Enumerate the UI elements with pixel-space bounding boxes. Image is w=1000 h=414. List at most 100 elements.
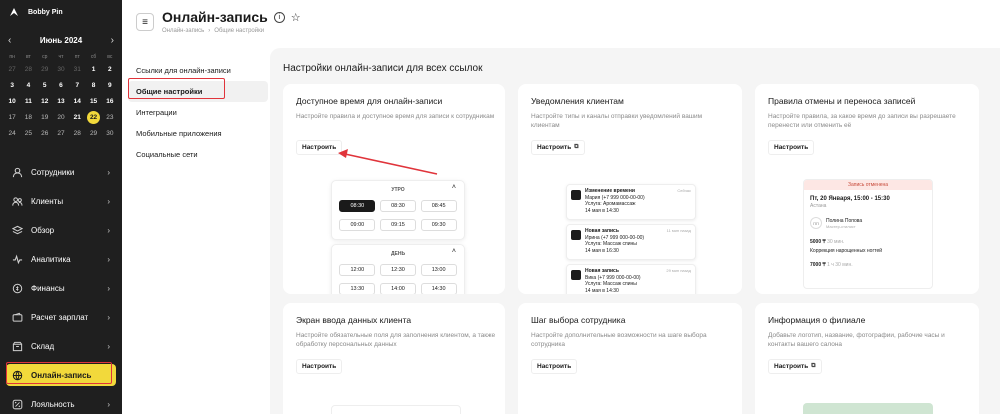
weekday-label: чт (58, 54, 64, 60)
nav-item[interactable]: Аналитика › (0, 245, 122, 274)
chevron-right-icon: › (107, 342, 110, 351)
configure-button[interactable]: Настроить (531, 359, 578, 374)
configure-label: Настроить (302, 363, 337, 370)
star-icon[interactable]: ☆ (291, 11, 301, 24)
nav-item-label: Обзор (31, 226, 55, 235)
notification-line: 14 мая в 14:30 (585, 207, 619, 214)
calendar-day[interactable]: 30 (53, 62, 69, 78)
settings-menu-item[interactable]: Интеграции (128, 102, 268, 123)
service-duration: 30 мин. (827, 239, 845, 245)
settings-menu-item[interactable]: Ссылки для онлайн-записи (128, 60, 268, 81)
calendar-day[interactable]: 5 (37, 78, 53, 94)
calendar-day[interactable]: 29 (37, 62, 53, 78)
percent-icon (12, 399, 23, 410)
configure-button[interactable]: Настроить ⧉ (531, 140, 585, 155)
calendar-day[interactable]: 18 (20, 110, 36, 126)
calendar-day[interactable]: 31 (69, 62, 85, 78)
card-staff-step: Шаг выбора сотрудника Настройте дополнит… (518, 303, 742, 414)
configure-button[interactable]: Настроить (768, 140, 815, 155)
nav-item-label: Аналитика (31, 255, 71, 264)
calendar-day[interactable]: 23 (102, 110, 118, 126)
logo-icon (571, 270, 581, 280)
time-picker-morning: УТРО ˄ 08:30 08:30 08:45 09:00 09:15 09:30 (331, 180, 465, 240)
today-marker: 22 (87, 111, 101, 124)
calendar-day[interactable]: 8 (85, 78, 101, 94)
settings-menu-item[interactable]: Социальные сети (128, 144, 268, 165)
nav-item[interactable]: Лояльность › (0, 390, 122, 414)
staff-name: Полина Попова (826, 217, 863, 224)
calendar-day[interactable]: 3 (4, 78, 20, 94)
time-slot: 12:30 (379, 264, 416, 276)
configure-button[interactable]: Настроить (296, 359, 343, 374)
calendar-header: ‹ Июнь 2024 › (0, 32, 122, 48)
calendar-day[interactable]: 4 (20, 78, 36, 94)
weekday-label: сб (90, 54, 97, 60)
calendar-day[interactable]: 1 (85, 62, 101, 78)
calendar-day[interactable]: 25 (20, 126, 36, 142)
settings-menu-item[interactable]: Общие настройки (128, 81, 268, 102)
bird-logo-icon (10, 8, 18, 16)
settings-menu-item[interactable]: Мобильные приложения (128, 123, 268, 144)
calendar-day[interactable]: 26 (37, 126, 53, 142)
calendar-day[interactable]: 30 (102, 126, 118, 142)
chevron-right-icon: › (107, 255, 110, 264)
calendar-day[interactable]: 11 (20, 94, 36, 110)
nav-item[interactable]: Клиенты › (0, 187, 122, 216)
calendar-day[interactable]: 12 (37, 94, 53, 110)
brand[interactable]: Bobby Pin (0, 0, 122, 24)
calendar-day[interactable]: 28 (69, 126, 85, 142)
notification-line: 14 мая в 14:30 (585, 287, 619, 294)
card-title: Доступное время для онлайн-записи (296, 96, 443, 106)
chevron-up-icon: ˄ (451, 184, 456, 191)
nav-item[interactable]: Расчет зарплат › (0, 303, 122, 332)
calendar-day[interactable]: 20 (53, 110, 69, 126)
calendar-day[interactable]: 6 (53, 78, 69, 94)
calendar-day[interactable]: 15 (85, 94, 101, 110)
card-description: Добавьте логотип, название, фотографии, … (768, 332, 945, 348)
calendar-day[interactable]: 19 (37, 110, 53, 126)
configure-label: Настроить (774, 363, 809, 370)
nav-item[interactable]: Онлайн-запись (6, 364, 116, 386)
chevron-right-icon: › (107, 400, 110, 409)
weekday-label: вт (26, 54, 31, 60)
brand-name: Bobby Pin (28, 8, 63, 16)
card-title: Уведомления клиентам (531, 96, 624, 106)
box-icon (12, 341, 23, 352)
calendar-day[interactable]: 27 (53, 126, 69, 142)
weekday-label: пт (74, 54, 80, 60)
calendar-day[interactable]: 7 (69, 78, 85, 94)
breadcrumb-item[interactable]: Онлайн-запись (162, 28, 204, 34)
chevron-right-icon[interactable]: › (111, 35, 114, 46)
configure-button[interactable]: Настроить (296, 140, 343, 155)
nav-item[interactable]: Сотрудники › (0, 158, 122, 187)
calendar-day[interactable]: 21 (69, 110, 85, 126)
time-section-label: УТРО (391, 187, 405, 193)
settings-menu: Ссылки для онлайн-записи Общие настройки И… (128, 60, 268, 165)
info-icon[interactable]: i (273, 11, 285, 23)
nav-item[interactable]: Финансы › (0, 274, 122, 303)
calendar-day[interactable]: 24 (4, 126, 20, 142)
menu-button[interactable]: ≡ (136, 13, 154, 31)
page-title: Онлайн-запись i ☆ (162, 9, 301, 25)
coin-icon (12, 283, 23, 294)
service-duration: 1 ч 30 мин. (827, 262, 853, 268)
calendar-day[interactable]: 2 (102, 62, 118, 78)
time-slot: 08:30 (339, 200, 376, 212)
calendar-day[interactable]: 14 (69, 94, 85, 110)
chevron-left-icon[interactable]: ‹ (8, 35, 11, 46)
calendar-day[interactable]: 27 (4, 62, 20, 78)
configure-button[interactable]: Настроить ⧉ (768, 359, 822, 374)
calendar-day[interactable]: 13 (53, 94, 69, 110)
nav-item[interactable]: Склад › (0, 332, 122, 361)
hamburger-icon: ≡ (142, 16, 148, 28)
user-icon (12, 167, 23, 178)
calendar-day[interactable]: 28 (20, 62, 36, 78)
notification-preview: 29 мин назад Новая запись Вика (+7 999 000… (566, 264, 696, 294)
calendar-day[interactable]: 17 (4, 110, 20, 126)
calendar-day[interactable]: 9 (102, 78, 118, 94)
calendar-day[interactable]: 10 (4, 94, 20, 110)
calendar-day[interactable]: 16 (102, 94, 118, 110)
nav-item[interactable]: Обзор › (0, 216, 122, 245)
calendar-day[interactable]: 29 (85, 126, 101, 142)
calendar-day-today[interactable]: 22 (85, 110, 101, 126)
